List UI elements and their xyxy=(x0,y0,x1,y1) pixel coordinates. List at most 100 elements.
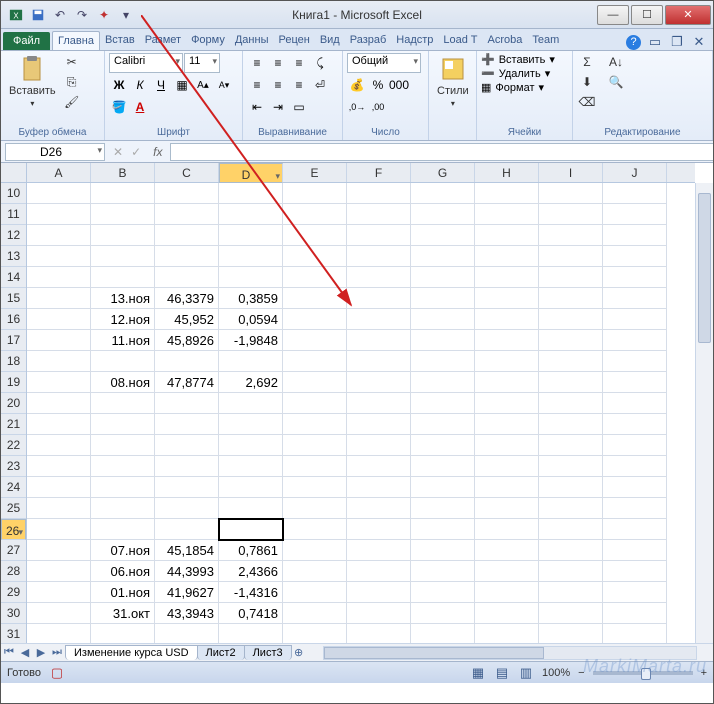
cell[interactable] xyxy=(283,351,347,372)
cell[interactable] xyxy=(603,351,667,372)
row-header[interactable]: 15 xyxy=(1,288,26,309)
column-header[interactable]: H xyxy=(475,163,539,182)
cell[interactable] xyxy=(283,456,347,477)
cell[interactable] xyxy=(283,519,347,540)
cell[interactable] xyxy=(27,183,91,204)
page-break-view-icon[interactable]: ▥ xyxy=(518,665,534,681)
cell[interactable]: 11.ноя xyxy=(91,330,155,351)
cell[interactable] xyxy=(27,351,91,372)
cell[interactable] xyxy=(411,519,475,540)
row-header[interactable]: 26 xyxy=(1,519,26,540)
ribbon-tab[interactable]: Главна xyxy=(52,31,100,50)
cell[interactable] xyxy=(91,477,155,498)
column-header[interactable]: E xyxy=(283,163,347,182)
cell[interactable] xyxy=(539,372,603,393)
cell[interactable] xyxy=(347,372,411,393)
format-painter-icon[interactable]: 🖌 xyxy=(62,93,82,111)
cell[interactable] xyxy=(27,624,91,645)
cell[interactable] xyxy=(603,498,667,519)
cell[interactable] xyxy=(411,456,475,477)
row-header[interactable]: 25 xyxy=(1,498,26,519)
cell[interactable] xyxy=(283,498,347,519)
cell[interactable] xyxy=(347,435,411,456)
cell[interactable] xyxy=(27,561,91,582)
cell[interactable] xyxy=(283,288,347,309)
last-sheet-icon[interactable]: ⏭ xyxy=(49,645,65,661)
cell[interactable] xyxy=(603,582,667,603)
save-icon[interactable] xyxy=(29,6,47,24)
cell[interactable] xyxy=(411,603,475,624)
cell[interactable] xyxy=(219,267,283,288)
cell[interactable] xyxy=(347,519,411,540)
cell[interactable] xyxy=(219,351,283,372)
cell[interactable] xyxy=(411,225,475,246)
cell[interactable] xyxy=(539,393,603,414)
cell[interactable] xyxy=(91,624,155,645)
cell[interactable] xyxy=(347,204,411,225)
cell[interactable] xyxy=(91,267,155,288)
align-bottom-icon[interactable]: ≡ xyxy=(289,53,309,73)
indent-inc-icon[interactable]: ⇥ xyxy=(268,97,288,117)
new-sheet-icon[interactable]: ⊕ xyxy=(291,645,307,661)
cell[interactable] xyxy=(411,267,475,288)
cell[interactable] xyxy=(91,456,155,477)
cell[interactable] xyxy=(91,414,155,435)
cell[interactable] xyxy=(603,393,667,414)
row-header[interactable]: 12 xyxy=(1,225,26,246)
cell[interactable] xyxy=(347,309,411,330)
cell[interactable] xyxy=(283,561,347,582)
column-header[interactable]: D xyxy=(219,163,283,183)
row-header[interactable]: 29 xyxy=(1,582,26,603)
ribbon-tab[interactable]: Рецен xyxy=(273,31,314,50)
cell[interactable] xyxy=(475,309,539,330)
cell[interactable] xyxy=(603,246,667,267)
cell[interactable] xyxy=(347,624,411,645)
ribbon-tab[interactable]: Вид xyxy=(315,31,345,50)
cell[interactable] xyxy=(283,372,347,393)
ribbon-tab[interactable]: Надстр xyxy=(391,31,438,50)
column-header[interactable]: C xyxy=(155,163,219,182)
font-color-button[interactable]: A xyxy=(130,97,150,117)
enter-formula-icon[interactable]: ✓ xyxy=(127,145,145,159)
cell[interactable] xyxy=(475,561,539,582)
cell[interactable] xyxy=(475,204,539,225)
row-header[interactable]: 10 xyxy=(1,183,26,204)
cell[interactable] xyxy=(91,435,155,456)
cell[interactable] xyxy=(475,183,539,204)
cell[interactable] xyxy=(27,435,91,456)
vertical-scrollbar[interactable] xyxy=(695,183,713,643)
cell[interactable] xyxy=(539,351,603,372)
decrease-decimal-icon[interactable]: ,00 xyxy=(368,97,388,117)
cell[interactable] xyxy=(475,393,539,414)
cell[interactable] xyxy=(347,351,411,372)
cell[interactable] xyxy=(283,330,347,351)
cell[interactable] xyxy=(347,456,411,477)
cell[interactable] xyxy=(27,519,91,540)
cell[interactable] xyxy=(539,498,603,519)
cell[interactable] xyxy=(539,540,603,561)
next-sheet-icon[interactable]: ▶ xyxy=(33,645,49,661)
cell[interactable] xyxy=(475,351,539,372)
cell[interactable] xyxy=(539,225,603,246)
cell[interactable] xyxy=(347,582,411,603)
cell[interactable] xyxy=(411,288,475,309)
cell[interactable] xyxy=(283,540,347,561)
cell[interactable] xyxy=(91,498,155,519)
cell[interactable] xyxy=(539,477,603,498)
cell[interactable] xyxy=(411,540,475,561)
column-header[interactable]: J xyxy=(603,163,667,182)
delete-cells-button[interactable]: ➖Удалить ▾ xyxy=(481,67,550,80)
cell[interactable] xyxy=(347,540,411,561)
cell[interactable] xyxy=(539,288,603,309)
cell[interactable] xyxy=(475,456,539,477)
cell[interactable] xyxy=(475,372,539,393)
paste-button[interactable]: Вставить ▾ xyxy=(5,53,60,110)
row-header[interactable]: 20 xyxy=(1,393,26,414)
cell[interactable] xyxy=(411,351,475,372)
ribbon-tab[interactable]: Load T xyxy=(438,31,482,50)
styles-button[interactable]: Стили ▾ xyxy=(433,53,473,110)
cell[interactable] xyxy=(347,288,411,309)
row-header[interactable]: 17 xyxy=(1,330,26,351)
underline-button[interactable]: Ч xyxy=(151,75,171,95)
column-header[interactable]: F xyxy=(347,163,411,182)
